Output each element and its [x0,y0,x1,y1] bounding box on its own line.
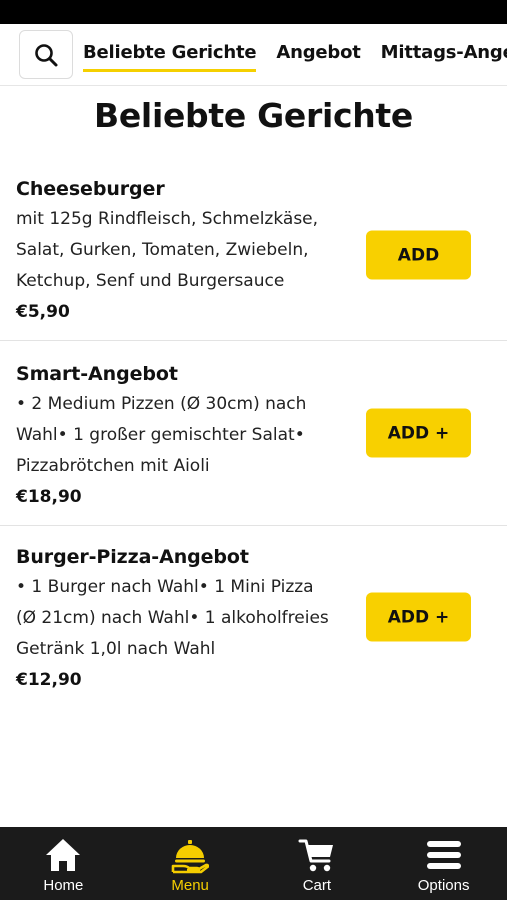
menu-icon [170,835,210,875]
item-description: mit 125g Rindfleisch, Schmelzkäse, Salat… [16,209,319,291]
nav-item-options[interactable]: Options [380,827,507,900]
add-button[interactable]: ADD + [366,592,471,642]
tab-mittags-angebot[interactable]: Mittags-Angebot [381,24,507,85]
category-tabs: Beliebte Gerichte Angebot Mittags-Angebo… [83,24,507,85]
menu-list: Cheeseburger mit 125g Rindfleisch, Schme… [0,170,507,708]
search-icon [35,43,58,66]
options-icon [424,835,464,875]
menu-item-burger-pizza-angebot: Burger-Pizza-Angebot • 1 Burger nach Wah… [0,526,507,708]
tab-beliebte-gerichte[interactable]: Beliebte Gerichte [83,24,257,85]
category-bar: Beliebte Gerichte Angebot Mittags-Angebo… [0,24,507,86]
nav-label: Cart [302,877,332,894]
add-button[interactable]: ADD [366,230,471,280]
menu-item-cheeseburger: Cheeseburger mit 125g Rindfleisch, Schme… [0,170,507,341]
item-name: Cheeseburger [16,178,165,200]
item-price: €5,90 [16,302,70,322]
cart-icon [297,835,337,875]
search-button[interactable] [19,30,73,79]
nav-item-menu[interactable]: Menu [127,827,254,900]
bottom-nav: Home Menu Cart Options [0,827,507,900]
tab-angebot[interactable]: Angebot [276,24,360,85]
item-description: • 2 Medium Pizzen (Ø 30cm) nach Wahl• 1 … [16,394,307,476]
nav-label: Menu [171,877,209,894]
add-button[interactable]: ADD + [366,408,471,458]
menu-item-smart-angebot: Smart-Angebot • 2 Medium Pizzen (Ø 30cm)… [0,341,507,526]
nav-item-cart[interactable]: Cart [254,827,381,900]
item-name: Smart-Angebot [16,363,178,385]
home-icon [43,835,83,875]
nav-item-home[interactable]: Home [0,827,127,900]
section-title: Beliebte Gerichte [94,96,413,135]
item-price: €18,90 [16,487,82,507]
nav-label: Options [417,877,470,894]
nav-label: Home [43,877,84,894]
item-price: €12,90 [16,670,82,690]
status-bar [0,0,507,24]
item-name: Burger-Pizza-Angebot [16,546,249,568]
item-description: • 1 Burger nach Wahl• 1 Mini Pizza (Ø 21… [16,577,329,659]
